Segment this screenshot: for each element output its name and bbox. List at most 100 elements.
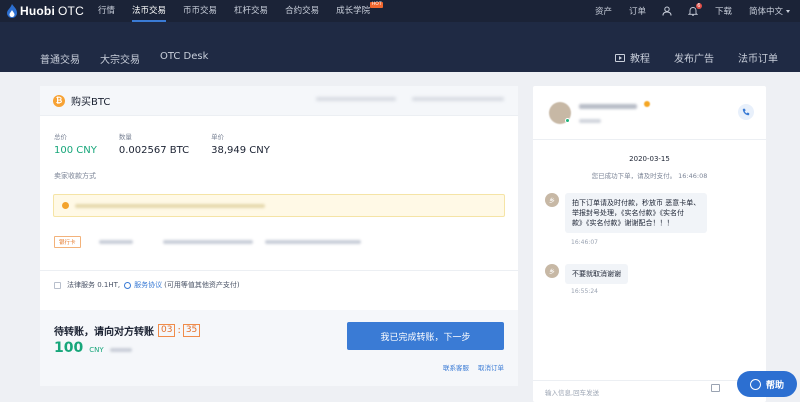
nav-margin-trade[interactable]: 杠杆交易 [234,0,268,22]
tab-otc-desk[interactable]: OTC Desk [160,51,208,62]
divider [40,270,518,271]
account-number-redacted [162,240,253,244]
message-line: 拍下订单请及时付款，秒放币 恶意卡单、 [572,199,701,207]
message-bubble: 不要就取消谢谢 [565,264,628,284]
orders-link[interactable]: 订单 [629,5,646,17]
sub-navbar: 普通交易 大宗交易 OTC Desk 教程 发布广告 法币订单 [0,22,800,72]
order-stats: 总价 100 CNY 数量 0.002567 BTC 单价 38,949 CNY [54,131,292,156]
warning-icon [62,202,69,209]
chat-message: 乡 不要就取消谢谢 [545,264,628,284]
tab-block-trade[interactable]: 大宗交易 [100,51,140,66]
message-bubble: 拍下订单请及时付款，秒放币 恶意卡单、 举报封号处理，《实名付款》《实名付 款》… [565,193,708,233]
message-line: 举报封号处理，《实名付款》《实名付 [572,209,684,217]
language-label: 简体中文 [748,7,783,17]
top-navbar: Huobi OTC 行情 法币交易 币币交易 杠杆交易 合约交易 成长学院 HO… [0,0,800,22]
order-card-header: ₿ 购买BTC [40,86,518,116]
chat-header [533,86,766,140]
tab-normal-trade[interactable]: 普通交易 [40,51,80,66]
language-selector[interactable]: 简体中文 [749,5,790,17]
merchant-badge-icon [644,101,650,107]
nav-fiat-trade[interactable]: 法币交易 [132,0,167,22]
transfer-done-button[interactable]: 我已完成转账，下一步 [347,322,504,350]
chat-input[interactable]: 输入信息,回车发送 [533,380,766,402]
image-upload-icon[interactable] [711,384,720,392]
hot-badge: HOT [370,2,384,8]
timer-minutes: 03 [158,324,176,337]
huobi-otc-logo[interactable]: Huobi OTC [6,4,98,18]
play-video-icon [615,53,625,62]
cancel-order-link[interactable]: 取消订单 [478,362,504,372]
call-button[interactable] [738,104,754,120]
bank-card-tag: 银行卡 [54,236,81,248]
message-line: 款》《实名付款》谢谢配合！！！ [572,219,674,227]
message-line: 不要就取消谢谢 [572,270,621,278]
notification-count-badge: 6 [695,3,702,9]
unit-price-label: 单价 [211,133,225,141]
sub-navbar-right: 教程 发布广告 法币订单 [591,50,778,65]
merchant-info-redacted [579,119,601,123]
tutorial-link[interactable]: 教程 [615,50,650,65]
payee-name-redacted [98,240,133,244]
order-actions: 联系客服 取消订单 [434,362,504,372]
download-link[interactable]: 下载 [715,5,732,17]
top-right-menu: 资产 订单 6 下载 简体中文 [578,0,800,22]
total-price-stat: 总价 100 CNY [54,131,97,156]
chat-panel: 2020-03-15 您已成功下单，请及时支付。 16:46:08 乡 拍下订单… [533,86,766,402]
logo-brand: Huobi [20,4,55,18]
awaiting-transfer: 待转账，请向对方转账 03 : 35 [54,323,201,338]
timer-colon: : [177,325,181,336]
chevron-down-icon [786,9,790,13]
payment-footer: 待转账，请向对方转账 03 : 35 100 CNY 我已完成转账，下一步 联系… [40,310,518,386]
order-card: ₿ 购买BTC 总价 100 CNY 数量 0.002567 BTC 单价 38… [40,86,518,386]
quantity-value: 0.002567 BTC [118,145,190,156]
chat-system-message: 您已成功下单，请及时支付。 16:46:08 [591,172,708,180]
amount-value: 100 [54,340,84,356]
quantity-label: 数量 [118,133,132,141]
shield-icon [124,281,132,289]
phone-icon [742,108,750,116]
quantity-stat: 数量 0.002567 BTC [119,131,189,156]
bank-name-redacted [264,240,361,244]
tutorial-label: 教程 [630,54,650,65]
assets-link[interactable]: 资产 [595,5,612,17]
awaiting-transfer-text: 待转账，请向对方转账 [54,327,154,338]
nav-academy[interactable]: 成长学院 HOT [336,0,384,22]
amount-note-redacted [109,348,132,352]
flame-logo-icon [7,4,17,18]
contact-support-link[interactable]: 联系客服 [443,362,469,372]
legal-service-checkbox[interactable] [54,281,61,289]
payment-method-label: 卖家收款方式 [54,172,96,180]
total-price-value: 100 CNY [54,145,97,156]
unit-price-value: 38,949 CNY [211,145,270,156]
order-title: 购买BTC [71,97,111,108]
post-ad-link[interactable]: 发布广告 [674,50,714,65]
payment-notice [53,194,505,217]
notification-bell[interactable]: 6 [687,3,702,16]
notice-redacted [75,203,265,208]
chat-bubble-icon [749,378,761,390]
fiat-orders-link[interactable]: 法币订单 [738,50,778,65]
nav-contract-trade[interactable]: 合约交易 [285,0,319,22]
service-agreement-link[interactable]: 服务协议 [134,280,162,290]
logo-suffix: OTC [58,4,84,18]
message-time: 16:46:07 [571,239,598,246]
sender-avatar: 乡 [545,193,559,207]
merchant-name-redacted [579,104,637,109]
transfer-amount: 100 CNY [54,340,132,356]
legal-service-row: 法律服务 0.1HT, 服务协议 (可用等值其他资产支付) [54,280,240,290]
order-number-redacted [316,97,396,101]
chat-date: 2020-03-15 [629,155,670,163]
nav-coin-trade[interactable]: 币币交易 [183,0,217,22]
legal-service-text: 法律服务 0.1HT, [67,281,121,289]
help-button[interactable]: 帮助 [737,371,797,397]
legal-service-note: (可用等值其他资产支付) [164,281,240,289]
nav-market[interactable]: 行情 [98,0,115,22]
user-icon[interactable] [662,6,672,16]
chat-message: 乡 拍下订单请及时付款，秒放币 恶意卡单、 举报封号处理，《实名付款》《实名付 … [545,193,708,233]
message-time: 16:55:24 [571,288,598,295]
bitcoin-icon: ₿ [53,94,65,107]
online-status-dot [565,118,570,123]
help-label: 帮助 [765,380,784,391]
unit-price-stat: 单价 38,949 CNY [211,131,270,156]
sender-avatar: 乡 [545,264,559,278]
